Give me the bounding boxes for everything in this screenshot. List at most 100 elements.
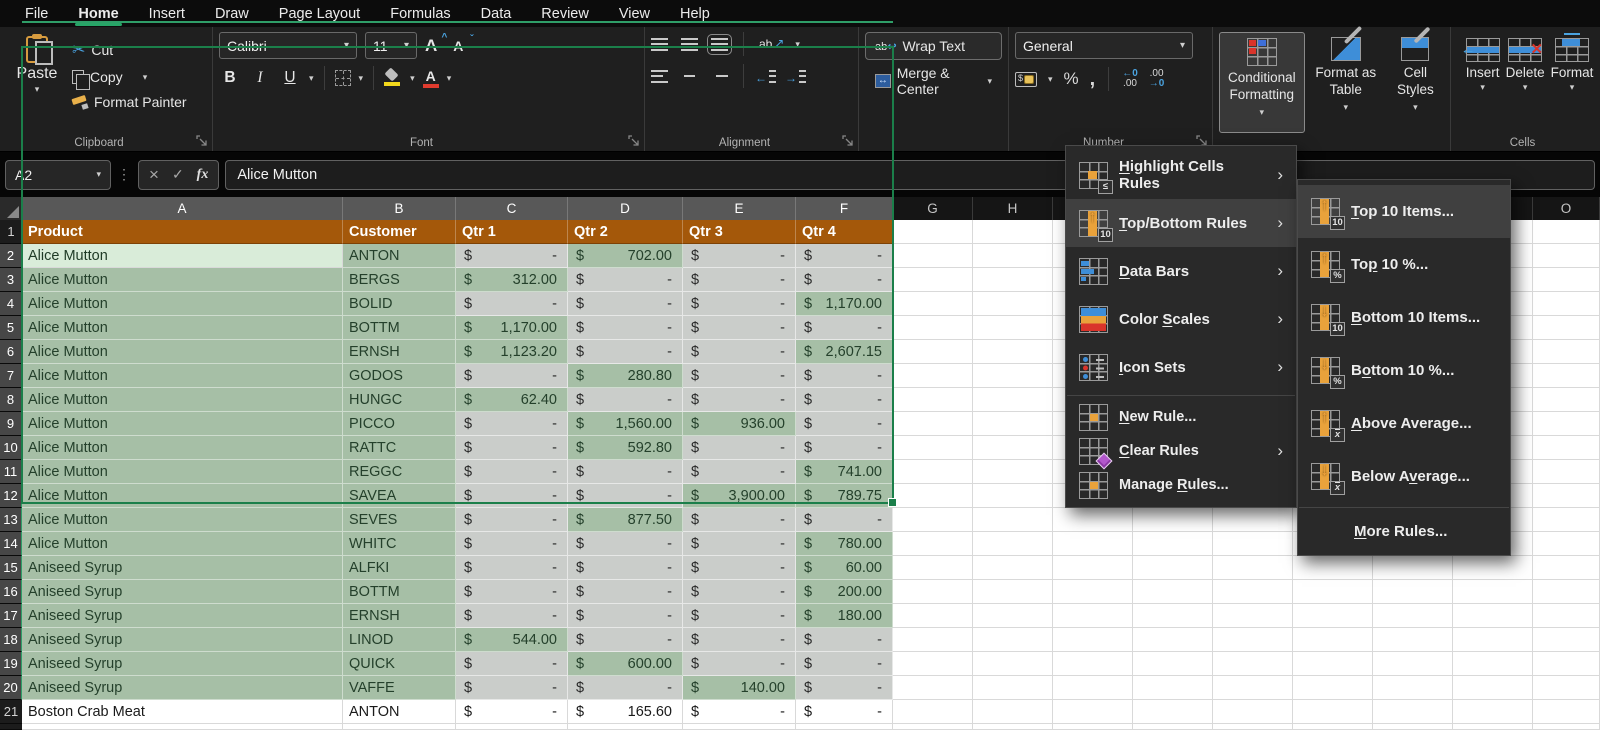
cell[interactable] (973, 580, 1053, 604)
cell[interactable]: $- (456, 604, 568, 628)
cell[interactable] (1373, 724, 1453, 730)
header-cell[interactable]: Qtr 1 (456, 220, 568, 244)
cell[interactable]: $- (683, 364, 796, 388)
cell[interactable] (1453, 628, 1533, 652)
cell[interactable] (1373, 580, 1453, 604)
cell[interactable] (973, 364, 1053, 388)
cell-customer[interactable]: SEVES (343, 508, 456, 532)
cell[interactable] (1533, 436, 1600, 460)
cell[interactable] (973, 292, 1053, 316)
cell[interactable] (1133, 532, 1213, 556)
wrap-text-button[interactable]: ab↩ Wrap Text (865, 32, 1002, 60)
cell-product[interactable]: Alice Mutton (22, 364, 343, 388)
header-cell[interactable]: Qtr 3 (683, 220, 796, 244)
ribbon-tab-home[interactable]: Home (63, 0, 133, 27)
cell[interactable] (1293, 580, 1373, 604)
cell[interactable]: $- (568, 556, 683, 580)
column-header-o[interactable]: O (1533, 197, 1600, 220)
cell[interactable] (1533, 244, 1600, 268)
cell[interactable] (1533, 292, 1600, 316)
header-cell[interactable]: Customer (343, 220, 456, 244)
cell[interactable]: $- (456, 292, 568, 316)
percent-style-button[interactable]: % (1064, 69, 1079, 89)
row-header[interactable]: 8 (0, 388, 22, 412)
cell[interactable] (973, 604, 1053, 628)
chevron-down-icon[interactable]: ▾ (447, 74, 452, 83)
cell[interactable] (1053, 676, 1133, 700)
cell-product[interactable]: Alice Mutton (22, 388, 343, 412)
cell[interactable] (1533, 652, 1600, 676)
cell[interactable]: $- (683, 604, 796, 628)
align-right-button[interactable] (711, 70, 728, 83)
enter-button[interactable]: ✓ (172, 166, 184, 183)
menu-item-top-10-items[interactable]: ↑10Top 10 Items... (1298, 185, 1510, 238)
chevron-down-icon[interactable]: ▾ (1048, 75, 1053, 84)
row-header[interactable]: 2 (0, 244, 22, 268)
cell[interactable]: $- (456, 508, 568, 532)
header-cell[interactable]: Qtr 2 (568, 220, 683, 244)
cell[interactable]: $- (796, 508, 893, 532)
cell[interactable] (1533, 508, 1600, 532)
cell[interactable] (893, 268, 973, 292)
increase-decimal-button[interactable]: ←0.00 (1122, 69, 1138, 89)
borders-icon[interactable] (335, 70, 351, 86)
cell[interactable] (893, 220, 973, 244)
select-all-corner[interactable] (0, 197, 22, 220)
cell-customer[interactable]: BOTTM (343, 580, 456, 604)
cell[interactable] (1133, 604, 1213, 628)
cell[interactable] (1293, 628, 1373, 652)
row-header[interactable]: 17 (0, 604, 22, 628)
cell[interactable] (1453, 604, 1533, 628)
cell-product[interactable]: Alice Mutton (22, 316, 343, 340)
cell[interactable] (1533, 700, 1600, 724)
cell[interactable] (973, 244, 1053, 268)
decrease-font-size-button[interactable]: Aˇ (453, 38, 471, 54)
cell-customer[interactable]: VAFFE (343, 676, 456, 700)
align-center-button[interactable] (681, 70, 698, 83)
cell[interactable] (1533, 604, 1600, 628)
cell[interactable] (1293, 556, 1373, 580)
cell[interactable] (1453, 652, 1533, 676)
column-header-b[interactable]: B (343, 197, 456, 220)
cell[interactable] (973, 388, 1053, 412)
cell[interactable]: $- (683, 436, 796, 460)
format-cells-button[interactable]: Format ▾ (1551, 32, 1594, 133)
cell[interactable] (1293, 652, 1373, 676)
cell[interactable]: $- (456, 412, 568, 436)
cell-product[interactable]: Alice Mutton (22, 340, 343, 364)
decrease-decimal-button[interactable]: .00→0 (1149, 69, 1165, 89)
cell[interactable]: $780.00 (796, 532, 893, 556)
cell[interactable] (1213, 556, 1293, 580)
row-header[interactable]: 1 (0, 220, 22, 244)
cell[interactable]: $- (796, 364, 893, 388)
underline-button[interactable]: U (279, 69, 301, 87)
cell[interactable]: $- (796, 700, 893, 724)
cell[interactable]: $600.00 (568, 652, 683, 676)
cell[interactable]: $- (683, 556, 796, 580)
column-header-a[interactable]: A (22, 197, 343, 220)
row-header[interactable]: 6 (0, 340, 22, 364)
cell[interactable]: $- (456, 532, 568, 556)
cell-customer[interactable]: ANTON (343, 700, 456, 724)
cell-customer[interactable]: ERNSH (343, 604, 456, 628)
cell-product[interactable]: Aniseed Syrup (22, 580, 343, 604)
row-header[interactable]: 20 (0, 676, 22, 700)
cell[interactable] (893, 676, 973, 700)
format-painter-button[interactable]: Format Painter (68, 92, 191, 112)
row-header[interactable]: 5 (0, 316, 22, 340)
ribbon-tab-insert[interactable]: Insert (134, 0, 200, 27)
cell[interactable]: $- (796, 676, 893, 700)
cell[interactable]: $877.50 (568, 508, 683, 532)
cell[interactable] (893, 508, 973, 532)
cell[interactable]: $- (683, 388, 796, 412)
cell[interactable]: $- (568, 292, 683, 316)
cell[interactable]: $1,170.00 (456, 316, 568, 340)
cell[interactable] (1053, 580, 1133, 604)
cell-customer[interactable]: WHITC (343, 532, 456, 556)
cell[interactable]: $- (683, 532, 796, 556)
cell[interactable] (973, 556, 1053, 580)
cell[interactable]: $789.75 (796, 484, 893, 508)
menu-item-top-bottom-rules[interactable]: ↑10Top/Bottom Rules› (1066, 199, 1296, 247)
header-cell[interactable]: Product (22, 220, 343, 244)
cell[interactable] (973, 268, 1053, 292)
